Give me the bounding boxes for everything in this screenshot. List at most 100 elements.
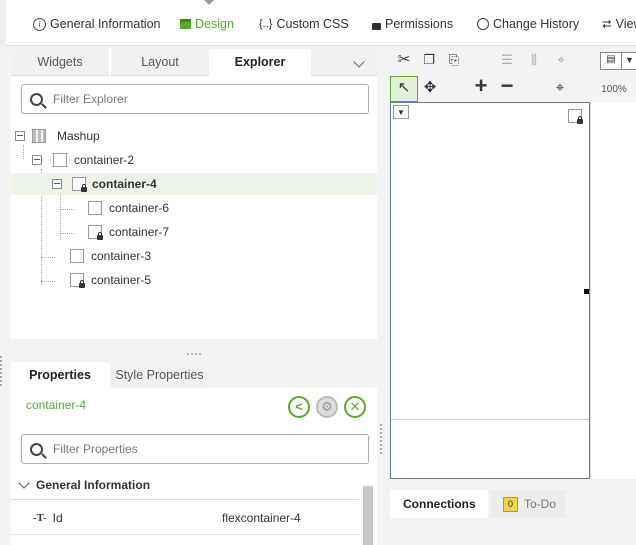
design-canvas[interactable]: ▼	[390, 102, 590, 479]
tree-node-container-7[interactable]: container-7	[88, 221, 377, 243]
collapse-toggle-icon[interactable]	[32, 155, 42, 165]
container-icon	[70, 249, 84, 263]
lock-icon	[81, 184, 87, 192]
tab-permissions[interactable]: Permissions	[372, 14, 453, 34]
info-icon: i	[33, 17, 46, 31]
settings-button[interactable]: ⚙	[316, 396, 338, 418]
tab-general-information[interactable]: i General Information	[33, 14, 160, 34]
zoom-out-button[interactable]: −	[496, 73, 518, 98]
remove-button[interactable]: ✕	[344, 396, 366, 418]
collapse-toggle-icon[interactable]	[15, 131, 25, 141]
property-row-id: -T- Id flexcontainer-4	[11, 501, 359, 535]
sitemap-icon: ⮂	[602, 16, 612, 31]
lock-icon	[372, 22, 381, 30]
cut-button[interactable]: ✂	[395, 50, 413, 70]
design-icon	[180, 19, 191, 29]
canvas-right-area	[590, 102, 636, 479]
tab-style-properties[interactable]: Style Properties	[110, 362, 209, 388]
explorer-panel: Widgets Layout Explorer Mashup container…	[11, 49, 377, 339]
tab-properties[interactable]: Properties	[11, 362, 109, 388]
tree-guide	[23, 145, 24, 159]
canvas-resize-handle[interactable]	[380, 424, 384, 454]
locked-container-icon	[72, 177, 87, 192]
filter-properties-input[interactable]	[51, 441, 335, 457]
caret-down-icon: ▼	[397, 108, 405, 117]
properties-panel: Properties Style Properties container-4 …	[11, 362, 377, 545]
select-tool-button[interactable]: ↖	[390, 76, 418, 102]
tree-node-mashup[interactable]: Mashup	[15, 125, 377, 147]
tab-widgets[interactable]: Widgets	[11, 49, 109, 76]
layout-button[interactable]: ▤	[600, 52, 622, 70]
tree-node-container-3[interactable]: container-3	[70, 245, 377, 267]
section-general-information[interactable]: General Information	[11, 470, 359, 500]
tab-connections[interactable]: Connections	[390, 490, 488, 518]
text-type-icon: -T-	[33, 511, 47, 524]
container-menu-button[interactable]: ▼	[393, 105, 409, 119]
share-button[interactable]: <	[288, 396, 310, 418]
tab-to-do[interactable]: 0 To-Do	[491, 490, 565, 518]
tab-change-history[interactable]: Change History	[477, 14, 579, 34]
align-top-button[interactable]: ☰	[498, 50, 516, 70]
tree-node-container-6[interactable]: container-6	[88, 197, 377, 219]
tree-label: container-3	[91, 249, 152, 263]
collapse-toggle-icon[interactable]	[52, 179, 62, 189]
tree-label: container-5	[91, 273, 152, 287]
layout-dropdown-button[interactable]: ▼	[621, 52, 636, 70]
side-resize-handle[interactable]	[0, 356, 4, 386]
zoom-in-button[interactable]: +	[470, 73, 492, 98]
bottom-tab-bar: Connections 0 To-Do	[390, 479, 636, 545]
align-center-icon: ⌖	[557, 52, 565, 67]
tree-guide	[41, 257, 55, 258]
copy-button[interactable]: ❐	[420, 50, 438, 70]
filter-explorer-field[interactable]	[21, 84, 369, 114]
tab-label: View	[615, 17, 636, 31]
tab-label: Design	[195, 17, 234, 31]
tab-label: Custom CSS	[276, 17, 349, 31]
properties-scrollbar[interactable]	[363, 486, 373, 545]
container-lock-toggle[interactable]	[568, 109, 583, 124]
property-value[interactable]: flexcontainer-4	[222, 511, 301, 525]
tree-guide	[60, 233, 74, 234]
lock-icon	[97, 232, 103, 240]
explorer-tabs: Widgets Layout Explorer	[11, 49, 377, 76]
selected-widget-name: container-4	[26, 398, 87, 412]
tab-view[interactable]: ⮂ View	[602, 14, 636, 34]
tree-node-container-5[interactable]: container-5	[70, 269, 377, 291]
align-middle-icon: ⫼	[531, 52, 537, 67]
panel-resize-handle[interactable]	[187, 353, 201, 355]
resize-handle[interactable]	[584, 289, 589, 294]
align-middle-button[interactable]: ⫼	[525, 50, 543, 70]
locked-container-icon	[88, 225, 103, 240]
crosshair-icon: ⌖	[555, 79, 565, 96]
chevron-down-icon	[18, 476, 30, 489]
filter-explorer-input[interactable]	[51, 91, 335, 107]
tree-guide	[60, 209, 74, 210]
tree-node-container-2[interactable]: container-2	[32, 149, 377, 171]
center-view-button[interactable]: ⌖	[550, 78, 570, 98]
minus-icon: −	[500, 73, 514, 98]
align-center-button[interactable]: ⌖	[552, 50, 570, 70]
plus-icon: +	[474, 73, 488, 98]
tree-node-container-4[interactable]: container-4	[11, 173, 377, 195]
paste-icon: ⎘	[448, 52, 460, 67]
collapse-panel-button[interactable]	[311, 49, 377, 76]
tab-label: Change History	[493, 17, 580, 31]
tab-design[interactable]: Design	[180, 14, 234, 34]
caret-down-icon: ▼	[625, 55, 634, 65]
tab-layout[interactable]: Layout	[111, 49, 209, 76]
tree-label: container-7	[109, 225, 170, 239]
tab-label: General Information	[50, 17, 161, 31]
paste-button[interactable]: ⎘	[445, 50, 463, 70]
lock-icon	[79, 280, 85, 288]
locked-container-icon	[70, 273, 85, 288]
container-split-line	[391, 419, 589, 420]
mashup-icon	[32, 129, 46, 143]
clock-icon	[477, 18, 489, 30]
top-tab-bar: i General Information Design {..} Custom…	[0, 0, 636, 46]
chevron-down-icon	[353, 56, 365, 68]
tab-custom-css[interactable]: {..} Custom CSS	[259, 14, 349, 34]
tab-explorer[interactable]: Explorer	[211, 49, 309, 75]
filter-properties-field[interactable]	[21, 434, 369, 464]
move-tool-button[interactable]: ✥	[420, 78, 440, 98]
pointer-icon: ↖	[397, 79, 411, 96]
